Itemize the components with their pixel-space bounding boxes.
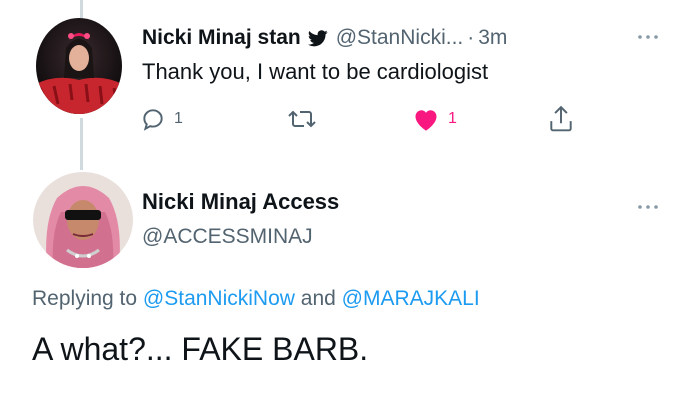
display-name[interactable]: Nicki Minaj stan	[142, 26, 301, 50]
retweet-button[interactable]	[288, 108, 324, 130]
replying-to-label: Replying to	[32, 287, 138, 310]
mention-link[interactable]: @MARAJKALI	[342, 287, 480, 310]
more-horizontal-icon[interactable]	[637, 194, 659, 215]
share-icon	[550, 105, 572, 132]
reply-button[interactable]: 1	[140, 106, 183, 132]
like-count: 1	[448, 110, 457, 127]
tweet-header: Nicki Minaj stan @StanNicki... · 3m	[142, 26, 507, 50]
avatar[interactable]	[36, 18, 122, 114]
user-handle[interactable]: @StanNicki...	[336, 26, 464, 50]
display-name[interactable]: Nicki Minaj Access	[142, 189, 339, 215]
heart-filled-icon	[415, 110, 437, 131]
thread-connector-top	[80, 0, 83, 18]
avatar[interactable]	[33, 172, 133, 268]
twitter-bird-icon	[307, 29, 328, 47]
replying-and-label: and	[300, 287, 336, 310]
tweet-text: A what?... FAKE BARB.	[32, 331, 369, 367]
avatar-image	[36, 18, 122, 114]
replying-to-line: Replying to @StanNickiNow and @MARAJKALI	[32, 287, 480, 311]
user-handle[interactable]: @ACCESSMINAJ	[142, 225, 313, 249]
timestamp[interactable]: 3m	[478, 26, 507, 50]
mention-link[interactable]: @StanNickiNow	[143, 287, 295, 310]
like-button[interactable]: 1	[412, 106, 457, 132]
separator-dot: ·	[467, 26, 475, 49]
share-button[interactable]	[548, 105, 574, 133]
retweet-icon	[288, 110, 316, 128]
tweet-text: Thank you, I want to be cardiologist	[142, 59, 489, 84]
tweet-actions: 1 1	[0, 104, 682, 136]
reply-icon	[143, 109, 163, 131]
avatar-image	[33, 172, 133, 268]
reply-count: 1	[174, 110, 183, 127]
more-horizontal-icon[interactable]	[637, 24, 659, 45]
